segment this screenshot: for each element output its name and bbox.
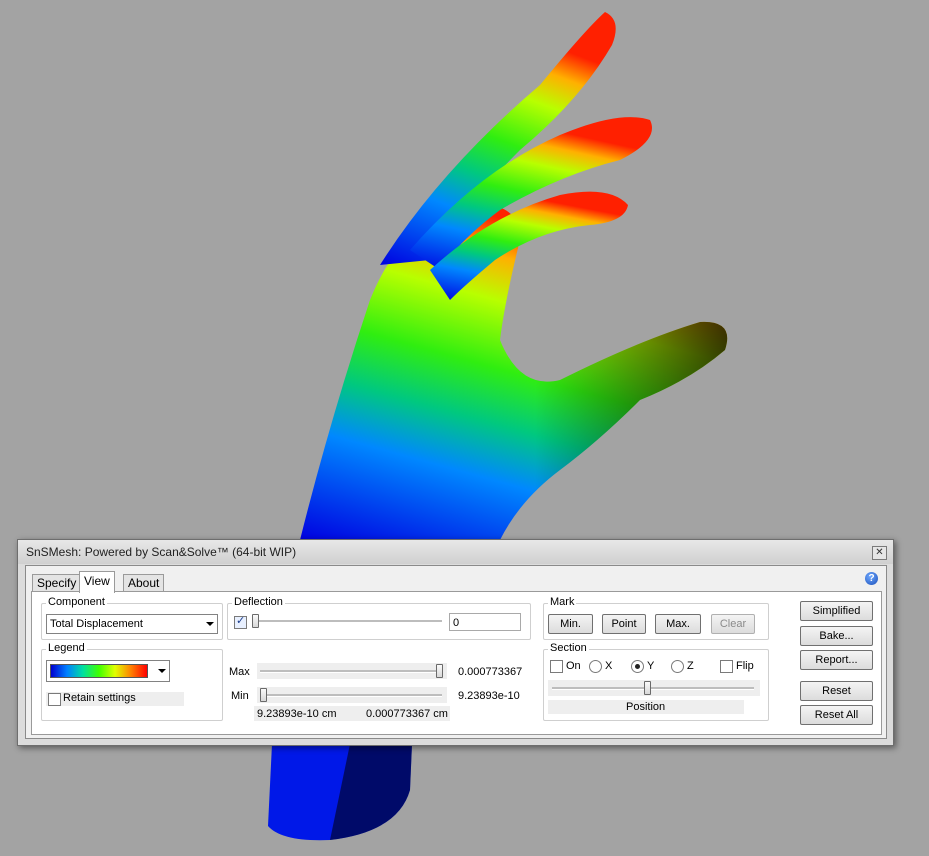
section-position-slider[interactable] bbox=[552, 680, 754, 696]
report-button[interactable]: Report... bbox=[800, 650, 873, 670]
component-dropdown[interactable]: Total Displacement bbox=[46, 614, 218, 634]
close-button[interactable]: ✕ bbox=[872, 546, 887, 560]
component-selected-value: Total Displacement bbox=[50, 618, 143, 630]
legend-group: Legend Retain settings bbox=[41, 642, 223, 721]
simplified-button[interactable]: Simplified bbox=[800, 601, 873, 621]
min-slider-thumb[interactable] bbox=[260, 688, 267, 702]
mark-min-button[interactable]: Min. bbox=[548, 614, 593, 634]
tab-specify[interactable]: Specify bbox=[32, 574, 82, 592]
section-group: Section On X Y Z Flip Position bbox=[543, 642, 769, 721]
deflection-group-title: Deflection bbox=[232, 596, 285, 608]
retain-settings-checkbox[interactable] bbox=[48, 693, 61, 706]
deflection-slider-thumb[interactable] bbox=[252, 614, 259, 628]
section-z-label: Z bbox=[687, 660, 694, 672]
section-y-radio[interactable] bbox=[631, 660, 644, 673]
title-bar[interactable]: SnSMesh: Powered by Scan&Solve™ (64-bit … bbox=[18, 540, 893, 564]
section-on-checkbox[interactable] bbox=[550, 660, 563, 673]
view-tab-page: Component Total Displacement Legend Reta… bbox=[31, 591, 882, 735]
min-readout: 9.23893e-10 cm bbox=[257, 708, 337, 720]
retain-settings-label: Retain settings bbox=[63, 692, 136, 704]
mark-point-button[interactable]: Point bbox=[602, 614, 646, 634]
tab-view[interactable]: View bbox=[79, 571, 115, 593]
max-slider-thumb[interactable] bbox=[436, 664, 443, 678]
chevron-down-icon bbox=[206, 622, 214, 626]
min-value: 9.23893e-10 bbox=[458, 690, 520, 702]
min-slider[interactable] bbox=[260, 687, 442, 703]
legend-colormap-dropdown[interactable] bbox=[46, 660, 170, 682]
bake-button[interactable]: Bake... bbox=[800, 626, 873, 646]
section-x-label: X bbox=[605, 660, 613, 672]
section-x-radio[interactable] bbox=[589, 660, 602, 673]
dialog-client-area: Specify View About ? Component Total Dis… bbox=[25, 565, 887, 739]
help-icon[interactable]: ? bbox=[865, 572, 878, 585]
mark-clear-button[interactable]: Clear bbox=[711, 614, 755, 634]
mark-group: Mark Min. Point Max. Clear bbox=[543, 596, 769, 640]
snsmesh-dialog: SnSMesh: Powered by Scan&Solve™ (64-bit … bbox=[17, 539, 894, 746]
reset-all-button[interactable]: Reset All bbox=[800, 705, 873, 725]
section-z-radio[interactable] bbox=[671, 660, 684, 673]
component-group: Component Total Displacement bbox=[41, 596, 223, 640]
section-position-thumb[interactable] bbox=[644, 681, 651, 695]
max-value: 0.000773367 bbox=[458, 666, 523, 678]
max-slider[interactable] bbox=[260, 663, 443, 679]
tab-about[interactable]: About bbox=[123, 574, 165, 592]
section-y-label: Y bbox=[647, 660, 655, 672]
deflection-value-field[interactable]: 0 bbox=[449, 613, 521, 631]
section-group-title: Section bbox=[548, 642, 589, 654]
legend-gradient-swatch bbox=[50, 664, 148, 678]
section-flip-checkbox[interactable] bbox=[720, 660, 733, 673]
section-position-label: Position bbox=[626, 701, 666, 713]
component-group-title: Component bbox=[46, 596, 107, 608]
legend-group-title: Legend bbox=[46, 642, 87, 654]
section-flip-label: Flip bbox=[736, 660, 754, 672]
min-label: Min bbox=[231, 690, 249, 702]
reset-button[interactable]: Reset bbox=[800, 681, 873, 701]
deflection-group: Deflection 0 bbox=[227, 596, 531, 640]
max-label: Max bbox=[229, 666, 250, 678]
mark-max-button[interactable]: Max. bbox=[655, 614, 701, 634]
deflection-slider[interactable] bbox=[252, 613, 442, 629]
deflection-checkbox[interactable] bbox=[234, 614, 247, 629]
mark-group-title: Mark bbox=[548, 596, 577, 608]
section-on-label: On bbox=[566, 660, 581, 672]
window-title: SnSMesh: Powered by Scan&Solve™ (64-bit … bbox=[26, 545, 297, 559]
chevron-down-icon bbox=[158, 669, 166, 673]
max-readout: 0.000773367 cm bbox=[366, 708, 448, 720]
